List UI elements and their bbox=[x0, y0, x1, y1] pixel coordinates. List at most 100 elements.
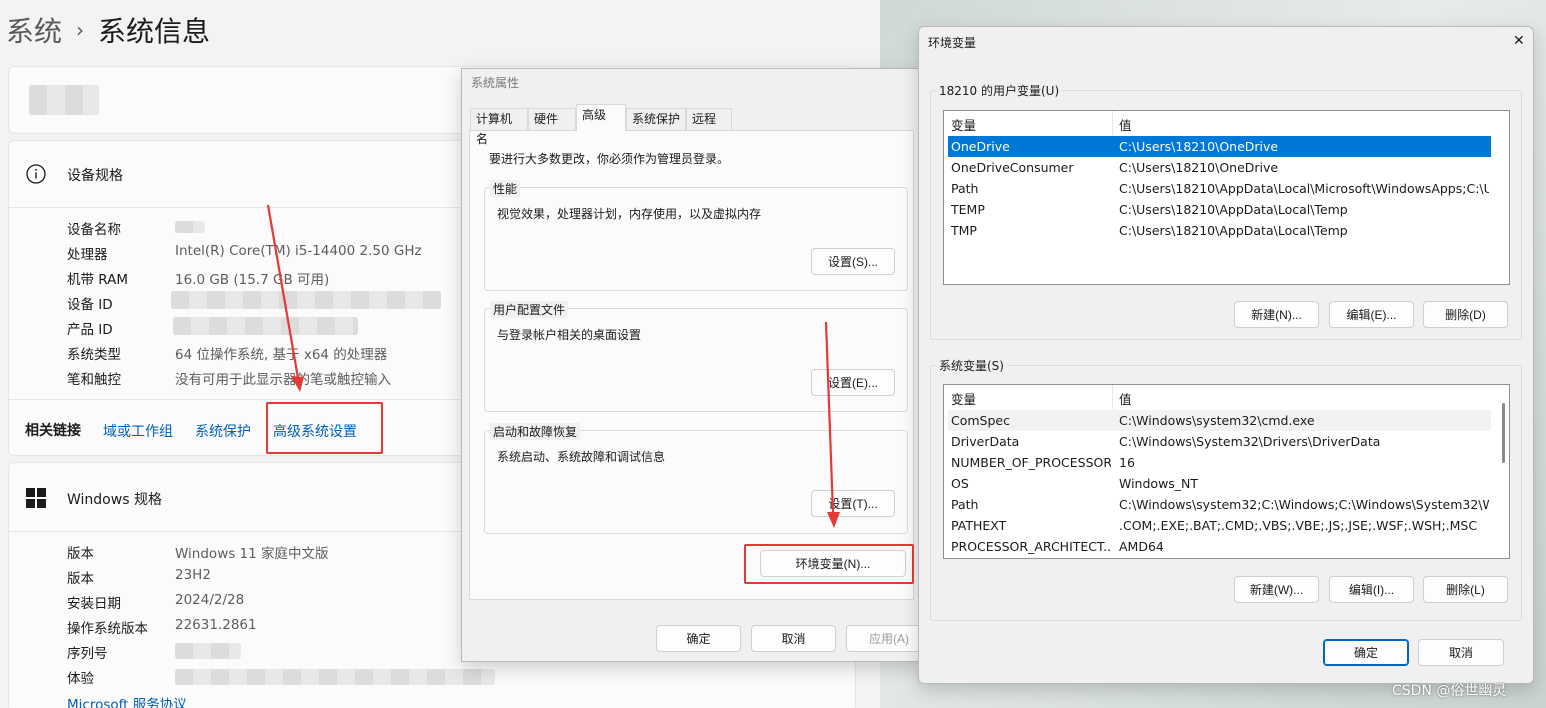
spec-label: 版本 bbox=[67, 571, 94, 587]
group-desc: 系统启动、系统故障和调试信息 bbox=[497, 450, 666, 464]
system-delete-button[interactable]: 删除(L) bbox=[1423, 576, 1508, 603]
list-item[interactable]: OneDriveConsumer C:\Users\18210\OneDrive bbox=[948, 157, 1491, 178]
sysprops-apply-button[interactable]: 应用(A) bbox=[846, 625, 918, 652]
var-value: C:\Users\18210\AppData\Local\Microsoft\W… bbox=[1119, 181, 1489, 196]
user-new-button[interactable]: 新建(N)... bbox=[1234, 301, 1319, 328]
var-value: C:\Users\18210\OneDrive bbox=[1119, 160, 1279, 175]
var-name: NUMBER_OF_PROCESSORS bbox=[951, 455, 1111, 470]
var-value: AMD64 bbox=[1119, 539, 1164, 554]
list-item[interactable]: TEMP C:\Users\18210\AppData\Local\Temp bbox=[948, 199, 1491, 220]
list-item[interactable]: PATHEXT .COM;.EXE;.BAT;.CMD;.VBS;.VBE;.J… bbox=[948, 515, 1491, 536]
var-name: TMP bbox=[951, 223, 977, 238]
var-name: OS bbox=[951, 476, 969, 491]
user-profiles-settings-button[interactable]: 设置(E)... bbox=[811, 369, 895, 396]
var-value: C:\Users\18210\AppData\Local\Temp bbox=[1119, 223, 1348, 238]
user-vars-list[interactable]: 变量 值 OneDrive C:\Users\18210\OneDrive On… bbox=[943, 110, 1510, 285]
device-name-redacted bbox=[29, 85, 99, 115]
var-name: DriverData bbox=[951, 434, 1020, 449]
watermark-text: CSDN @俗世幽灵 bbox=[1392, 683, 1507, 699]
system-vars-title: 系统变量(S) bbox=[936, 357, 1007, 374]
list-item[interactable]: OneDrive C:\Users\18210\OneDrive bbox=[948, 136, 1491, 157]
spec-label: 设备 ID bbox=[67, 297, 113, 313]
env-cancel-button[interactable]: 取消 bbox=[1418, 639, 1504, 666]
spec-value: 64 位操作系统, 基于 x64 的处理器 bbox=[175, 347, 388, 363]
link-system-protection[interactable]: 系统保护 bbox=[195, 421, 251, 441]
list-header: 变量 值 bbox=[944, 385, 1509, 409]
highlight-box bbox=[266, 402, 383, 454]
var-name: ComSpec bbox=[951, 413, 1010, 428]
windows-spec-title: Windows 规格 bbox=[67, 492, 162, 508]
var-value: C:\Users\18210\OneDrive bbox=[1119, 139, 1279, 154]
breadcrumb: 系统 › 系统信息 bbox=[6, 10, 210, 50]
performance-settings-button[interactable]: 设置(S)... bbox=[811, 248, 895, 275]
admin-note: 要进行大多数更改，你必须作为管理员登录。 bbox=[489, 152, 730, 166]
spec-value-redacted bbox=[175, 221, 205, 233]
env-ok-button[interactable]: 确定 bbox=[1323, 639, 1409, 666]
var-name: PATHEXT bbox=[951, 518, 1007, 533]
col-header-variable[interactable]: 变量 bbox=[951, 389, 976, 408]
list-item[interactable]: ComSpec C:\Windows\system32\cmd.exe bbox=[948, 410, 1491, 431]
spec-value-redacted bbox=[173, 317, 358, 335]
var-name: TEMP bbox=[951, 202, 985, 217]
user-edit-button[interactable]: 编辑(E)... bbox=[1329, 301, 1414, 328]
spec-label: 设备名称 bbox=[67, 222, 121, 238]
spec-value-redacted bbox=[175, 643, 241, 659]
system-new-button[interactable]: 新建(W)... bbox=[1234, 576, 1319, 603]
sysprops-ok-button[interactable]: 确定 bbox=[656, 625, 741, 652]
system-vars-list[interactable]: 变量 值 ComSpec C:\Windows\system32\cmd.exe… bbox=[943, 384, 1510, 559]
spec-label: 机带 RAM bbox=[67, 272, 129, 288]
spec-label: 操作系统版本 bbox=[67, 621, 148, 637]
tab-computer-name[interactable]: 计算机名 bbox=[470, 108, 528, 146]
spec-label: 安装日期 bbox=[67, 596, 121, 612]
list-item[interactable]: Path C:\Users\18210\AppData\Local\Micros… bbox=[948, 178, 1491, 199]
var-value: C:\Windows\system32;C:\Windows;C:\Window… bbox=[1119, 497, 1489, 512]
list-item[interactable]: NUMBER_OF_PROCESSORS 16 bbox=[948, 452, 1491, 473]
var-name: PROCESSOR_ARCHITECT... bbox=[951, 539, 1111, 554]
user-delete-button[interactable]: 删除(D) bbox=[1423, 301, 1508, 328]
group-desc: 视觉效果，处理器计划，内存使用，以及虚拟内存 bbox=[497, 207, 762, 221]
link-domain-workgroup[interactable]: 域或工作组 bbox=[103, 421, 173, 441]
link-ms-service-agreement[interactable]: Microsoft 服务协议 bbox=[67, 693, 187, 708]
list-item[interactable]: Path C:\Windows\system32;C:\Windows;C:\W… bbox=[948, 494, 1491, 515]
spec-label: 序列号 bbox=[67, 646, 108, 662]
list-item[interactable]: TMP C:\Users\18210\AppData\Local\Temp bbox=[948, 220, 1491, 241]
column-divider[interactable] bbox=[1112, 385, 1113, 409]
spec-value: 22631.2861 bbox=[175, 617, 257, 633]
list-item[interactable]: DriverData C:\Windows\System32\Drivers\D… bbox=[948, 431, 1491, 452]
group-user-profiles bbox=[484, 308, 908, 412]
dialog-title: 系统属性 bbox=[471, 76, 520, 90]
spec-label: 笔和触控 bbox=[67, 372, 121, 388]
var-name: Path bbox=[951, 497, 979, 512]
var-name: OneDriveConsumer bbox=[951, 160, 1074, 175]
close-icon[interactable]: ✕ bbox=[1513, 32, 1525, 49]
group-title: 启动和故障恢复 bbox=[490, 423, 581, 440]
breadcrumb-separator: › bbox=[76, 18, 85, 42]
tab-system-protection[interactable]: 系统保护 bbox=[626, 108, 686, 130]
info-icon bbox=[25, 163, 47, 189]
tab-advanced[interactable]: 高级 bbox=[576, 104, 626, 131]
var-value: C:\Windows\System32\Drivers\DriverData bbox=[1119, 434, 1381, 449]
spec-value-redacted bbox=[175, 669, 495, 685]
col-header-value[interactable]: 值 bbox=[1119, 389, 1132, 408]
spec-value: 没有可用于此显示器的笔或触控输入 bbox=[175, 372, 391, 388]
var-value: Windows_NT bbox=[1119, 476, 1199, 491]
spec-value: 2024/2/28 bbox=[175, 592, 245, 608]
list-item[interactable]: PROCESSOR_ARCHITECT... AMD64 bbox=[948, 536, 1491, 557]
breadcrumb-parent[interactable]: 系统 bbox=[6, 15, 62, 48]
startup-recovery-settings-button[interactable]: 设置(T)... bbox=[811, 490, 895, 517]
scrollbar-thumb[interactable] bbox=[1502, 403, 1505, 463]
spec-label: 产品 ID bbox=[67, 322, 113, 338]
spec-label: 处理器 bbox=[67, 247, 108, 263]
dialog-title: 环境变量 bbox=[928, 36, 977, 50]
tab-remote[interactable]: 远程 bbox=[686, 108, 732, 130]
var-name: OneDrive bbox=[951, 139, 1010, 154]
tab-hardware[interactable]: 硬件 bbox=[528, 108, 576, 130]
var-value: C:\Windows\system32\cmd.exe bbox=[1119, 413, 1315, 428]
col-header-variable[interactable]: 变量 bbox=[951, 115, 976, 134]
col-header-value[interactable]: 值 bbox=[1119, 115, 1132, 134]
page-title: 系统信息 bbox=[98, 15, 211, 48]
column-divider[interactable] bbox=[1112, 111, 1113, 135]
sysprops-cancel-button[interactable]: 取消 bbox=[751, 625, 836, 652]
system-edit-button[interactable]: 编辑(I)... bbox=[1329, 576, 1414, 603]
list-item[interactable]: OS Windows_NT bbox=[948, 473, 1491, 494]
